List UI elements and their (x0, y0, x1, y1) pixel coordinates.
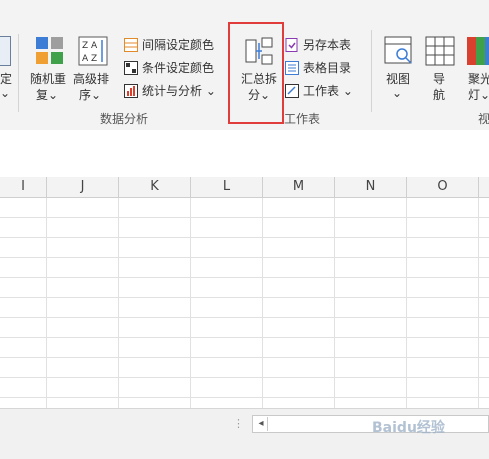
partial-left-button[interactable] (0, 36, 14, 66)
view-label: 视图 (386, 72, 411, 86)
save-sheet-label: 另存本表 (303, 38, 352, 52)
save-sheet-item[interactable]: 另存本表 (285, 36, 357, 58)
formula-bar-area (0, 130, 489, 178)
watermark: Baidu经验 (372, 420, 445, 436)
random-repeat-chevron: 复⌄ (36, 88, 59, 102)
worksheet-icon (285, 84, 299, 98)
column-header-K[interactable]: K (119, 177, 191, 197)
interval-color-label: 间隔设定颜色 (142, 38, 215, 52)
conditional-color-icon (124, 61, 138, 75)
advanced-sort-chevron: 序⌄ (79, 88, 102, 102)
advanced-sort-label: 高级排 (73, 72, 110, 86)
conditional-color-label: 条件设定颜色 (142, 61, 215, 75)
view-magnify-icon (384, 36, 412, 64)
sort-az-icon: Z A A Z (78, 36, 108, 66)
column-headers: I J K L M N O (0, 177, 489, 198)
column-header-I[interactable]: I (0, 177, 47, 197)
navigation-label-top: 导 (433, 72, 446, 86)
view-chevron: ⌄ (392, 86, 403, 100)
group-label-data-analysis: 数据分析 (100, 112, 149, 126)
interval-color-item[interactable]: 间隔设定颜色 (124, 36, 224, 58)
partial-left-label: 定 (0, 72, 13, 86)
stats-analysis-label: 统计与分析 ⌄ (142, 84, 216, 98)
column-header-J[interactable]: J (47, 177, 119, 197)
worksheet-item[interactable]: 工作表 ⌄ (285, 82, 357, 104)
navigation-label-bottom: 航 (433, 88, 446, 102)
group-label-worksheet: 工作表 (284, 112, 321, 126)
grid-colors-icon (36, 37, 63, 64)
column-header-O[interactable]: O (407, 177, 479, 197)
save-sheet-icon (285, 38, 298, 52)
navigation-grid-icon (425, 36, 455, 66)
stats-analysis-icon (124, 84, 138, 98)
table-directory-item[interactable]: 表格目录 (285, 59, 357, 81)
advanced-sort-button[interactable]: Z A A Z 高级排 序⌄ (73, 36, 113, 102)
navigation-button[interactable]: 导 航 (423, 36, 457, 102)
stats-analysis-item[interactable]: 统计与分析 ⌄ (124, 82, 224, 104)
column-header-N[interactable]: N (335, 177, 407, 197)
partial-left-chevron: ⌄ (0, 86, 11, 100)
column-header-M[interactable]: M (263, 177, 335, 197)
svg-text:A Z: A Z (82, 54, 97, 64)
cell-grid[interactable] (0, 198, 489, 408)
table-directory-label: 表格目录 (303, 61, 352, 75)
splitter-handle[interactable]: ⋮ (233, 417, 244, 431)
conditional-color-item[interactable]: 条件设定颜色 (124, 59, 224, 81)
random-repeat-label: 随机重 (30, 72, 67, 86)
group-label-view-clipped: 视 (478, 112, 489, 126)
spotlight-icon (467, 37, 489, 65)
sheet-tabs-bar: ⋮ ◂ Baidu经验 (0, 408, 489, 459)
table-directory-icon (285, 61, 299, 75)
spotlight-button[interactable]: 聚光 灯⌄ (464, 36, 489, 102)
scroll-left-arrow-icon[interactable]: ◂ (255, 417, 268, 431)
interval-color-icon (124, 38, 138, 52)
svg-text:Z A: Z A (82, 41, 98, 51)
spotlight-chevron: 灯⌄ (468, 88, 489, 102)
horizontal-scrollbar[interactable]: ◂ (252, 415, 489, 433)
view-button[interactable]: 视图 ⌄ (382, 36, 416, 102)
spotlight-label: 聚光 (468, 72, 489, 86)
worksheet-label: 工作表 ⌄ (303, 84, 353, 98)
random-repeat-button[interactable]: 随机重 复⌄ (30, 36, 70, 102)
column-header-L[interactable]: L (191, 177, 263, 197)
highlight-box (228, 22, 284, 124)
